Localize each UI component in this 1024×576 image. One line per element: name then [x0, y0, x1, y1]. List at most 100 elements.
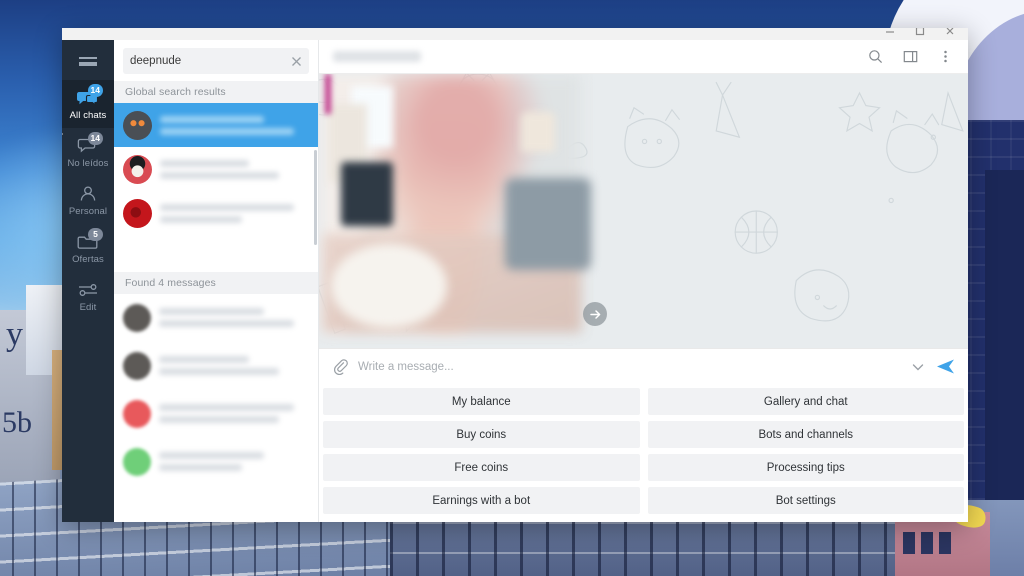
wallpaper-pink-window: [939, 532, 951, 554]
sidebar-item-edit[interactable]: Edit: [62, 272, 114, 320]
chats-icon: 14: [75, 83, 103, 108]
list-item-text: [159, 452, 309, 471]
message-results-list[interactable]: [114, 294, 318, 523]
sidebar-item-label: Edit: [79, 301, 97, 313]
badge-count: 14: [87, 131, 103, 145]
hamburger-menu-icon[interactable]: [62, 44, 114, 78]
badge-count: 5: [88, 227, 103, 241]
avatar: [123, 198, 152, 228]
blurred-title: [159, 308, 264, 315]
minimize-icon[interactable]: [882, 28, 898, 39]
blurred-title: [160, 115, 265, 123]
blurred-subtitle: [160, 127, 295, 135]
sidebar-item-personal[interactable]: Personal: [62, 176, 114, 224]
bot-button-free-coins[interactable]: Free coins: [323, 454, 640, 481]
avatar: [123, 154, 152, 184]
message-input[interactable]: [358, 360, 900, 373]
results-scrollbar[interactable]: [314, 150, 317, 245]
bot-button-processing-tips[interactable]: Processing tips: [647, 454, 964, 481]
search-results-column: Global search results: [114, 40, 319, 522]
sidebar-item-label: No leídos: [67, 157, 109, 169]
blurred-snippet: [159, 368, 279, 375]
bot-button-buy-coins[interactable]: Buy coins: [323, 421, 640, 448]
search-icon[interactable]: [867, 48, 884, 65]
blurred-title: [160, 203, 295, 211]
bot-button-bot-settings[interactable]: Bot settings: [647, 487, 964, 514]
blurred-snippet: [159, 464, 242, 471]
paperclip-icon[interactable]: [332, 358, 348, 375]
wallpaper-pink-window: [921, 532, 933, 554]
sidebar-item-label: All chats: [69, 109, 107, 121]
list-item-text: [159, 356, 309, 375]
bot-keyboard: My balance Gallery and chat Buy coins Bo…: [319, 384, 968, 522]
list-item-text: [160, 159, 309, 179]
list-item-text: [160, 115, 309, 135]
blurred-subtitle: [160, 171, 280, 179]
blurred-snippet: [159, 416, 279, 423]
photo-message[interactable]: [323, 74, 591, 332]
global-results-header: Global search results: [114, 81, 318, 103]
list-item[interactable]: [114, 342, 318, 390]
blurred-title: [159, 356, 249, 363]
more-vertical-icon[interactable]: [937, 48, 954, 65]
chevron-down-icon[interactable]: [910, 359, 926, 375]
photo-accent-stripe: [325, 74, 331, 114]
telegram-window: 14 All chats 14 No leídos Personal 5 Ofe…: [62, 28, 968, 522]
person-icon: [75, 184, 101, 204]
sidebar-item-label: Ofertas: [72, 253, 104, 265]
search-bar: [114, 40, 318, 81]
window-controls: [876, 28, 964, 44]
chat-title: [333, 51, 421, 62]
results-list[interactable]: [114, 103, 318, 272]
list-item[interactable]: [114, 103, 318, 147]
blurred-title: [160, 159, 250, 167]
search-input[interactable]: [130, 55, 284, 67]
bot-button-gallery-and-chat[interactable]: Gallery and chat: [647, 388, 964, 415]
desktop-wallpaper: 14 All chats 14 No leídos: [0, 0, 1024, 576]
blurred-title: [159, 452, 264, 459]
list-item[interactable]: [114, 191, 318, 235]
avatar: [123, 399, 151, 428]
blurred-snippet: [159, 320, 294, 327]
selection-pointer: [62, 128, 63, 140]
list-item[interactable]: [114, 147, 318, 191]
chat-header: [319, 40, 968, 74]
avatar: [123, 351, 151, 380]
sidebar-item-ofertas[interactable]: 5 Ofertas: [62, 224, 114, 272]
sidebar-item-no-leidos[interactable]: 14 No leídos: [62, 128, 114, 176]
avatar: [123, 447, 151, 476]
navigation-rail: 14 All chats 14 No leídos Personal 5 Ofe…: [62, 40, 114, 522]
bot-button-bots-and-channels[interactable]: Bots and channels: [647, 421, 964, 448]
bot-button-my-balance[interactable]: My balance: [323, 388, 640, 415]
blurred-title: [159, 404, 294, 411]
avatar: [123, 303, 151, 332]
search-box[interactable]: [123, 48, 309, 74]
forward-arrow-icon[interactable]: [583, 302, 607, 326]
photo-lamp: [521, 112, 555, 152]
unread-icon: 14: [75, 131, 103, 156]
photo-chair: [341, 162, 393, 226]
window-titlebar[interactable]: [62, 28, 968, 40]
avatar: [123, 110, 152, 140]
list-item[interactable]: [114, 390, 318, 438]
send-icon[interactable]: [936, 358, 955, 375]
close-icon[interactable]: [290, 55, 303, 68]
sliders-icon: [75, 280, 101, 300]
close-icon[interactable]: [942, 28, 958, 39]
sidebar-item-all-chats[interactable]: 14 All chats: [62, 80, 114, 128]
photo-rug: [331, 244, 447, 328]
folder-icon: 5: [75, 227, 103, 252]
list-item[interactable]: [114, 294, 318, 342]
list-item[interactable]: [114, 438, 318, 486]
wallpaper-navy-tower-2: [985, 170, 1024, 500]
maximize-icon[interactable]: [912, 28, 928, 39]
chat-pane: My balance Gallery and chat Buy coins Bo…: [319, 40, 968, 522]
list-item-text: [159, 308, 309, 327]
sidebar-item-label: Personal: [68, 205, 108, 217]
wallpaper-pink-window: [903, 532, 915, 554]
messages-results-header: Found 4 messages: [114, 271, 318, 294]
message-composer: [319, 348, 968, 384]
bot-button-earnings-with-a-bot[interactable]: Earnings with a bot: [323, 487, 640, 514]
list-item-text: [160, 203, 309, 223]
panel-toggle-icon[interactable]: [902, 48, 919, 65]
